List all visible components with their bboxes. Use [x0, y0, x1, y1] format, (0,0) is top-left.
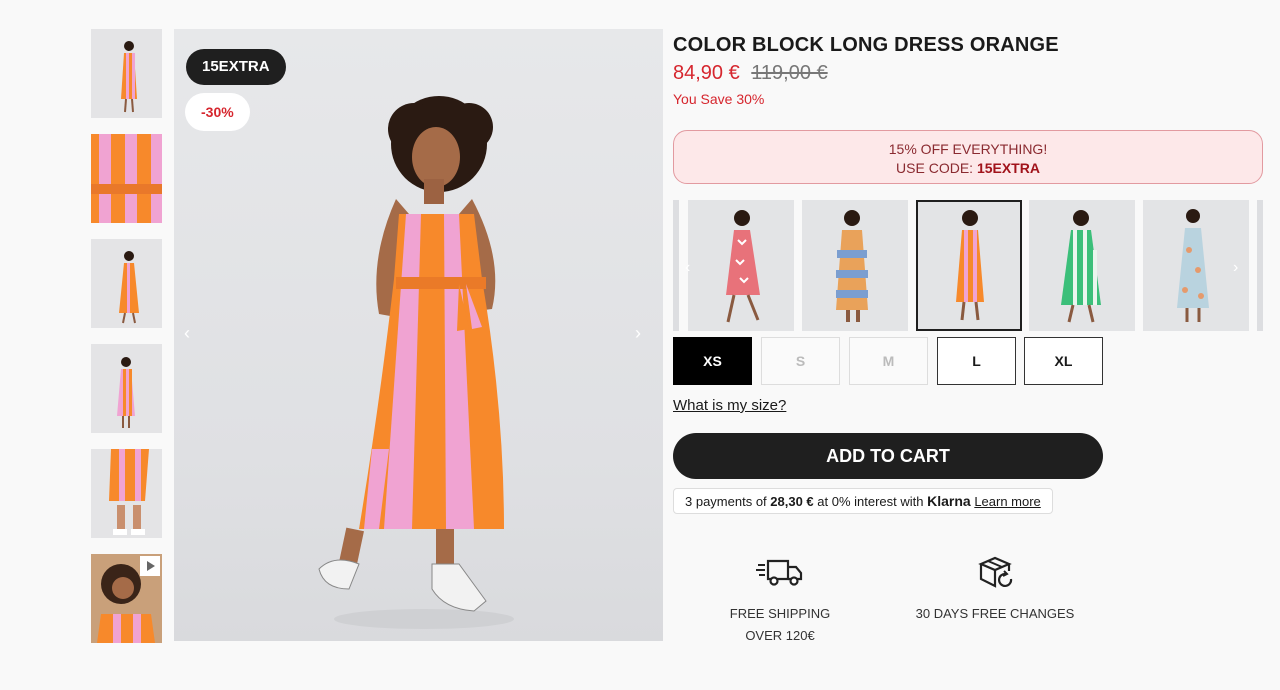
- promo-code-badge: 15EXTRA: [186, 49, 286, 85]
- klarna-middle: at 0% interest with: [813, 494, 928, 509]
- klarna-learn-more-link[interactable]: Learn more: [974, 494, 1040, 509]
- thumbnail-2[interactable]: [91, 134, 162, 223]
- color-variants: ‹ ›: [673, 199, 1263, 332]
- variant-pink-red[interactable]: [688, 200, 794, 331]
- size-l[interactable]: L: [937, 337, 1016, 385]
- variant-prev-icon[interactable]: ‹: [685, 259, 690, 277]
- klarna-amount: 28,30 €: [770, 494, 814, 509]
- chevron-left-icon[interactable]: ‹: [179, 324, 195, 342]
- original-price: 119,00 €: [751, 62, 828, 84]
- box-return-icon: [978, 556, 1013, 588]
- play-icon[interactable]: [140, 556, 160, 576]
- promo-line-1: 15% OFF EVERYTHING!: [888, 141, 1048, 157]
- you-save-text: You Save 30%: [673, 91, 765, 107]
- add-to-cart-button[interactable]: ADD TO CART: [673, 433, 1103, 479]
- main-product-image[interactable]: 15EXTRA -30% ‹ ›: [174, 29, 663, 641]
- thumbnail-1[interactable]: [91, 29, 162, 118]
- thumbnail-3[interactable]: [91, 239, 162, 328]
- changes-label: 30 DAYS FREE CHANGES: [915, 606, 1075, 621]
- promo-code-prefix: USE CODE:: [896, 160, 977, 176]
- discount-badge: -30%: [185, 93, 250, 131]
- variant-edge-left: [673, 200, 679, 331]
- promo-code: 15EXTRA: [976, 160, 1040, 176]
- chevron-right-icon[interactable]: ›: [630, 324, 646, 342]
- promo-line-2: USE CODE: 15EXTRA: [674, 159, 1262, 178]
- variant-edge-right: [1257, 200, 1263, 331]
- thumbnail-4[interactable]: [91, 344, 162, 433]
- size-m[interactable]: M: [849, 337, 928, 385]
- variant-orange-pink[interactable]: [916, 200, 1022, 331]
- current-price: 84,90 €: [673, 62, 740, 84]
- klarna-prefix: 3 payments of: [685, 494, 771, 509]
- size-s[interactable]: S: [761, 337, 840, 385]
- size-xl[interactable]: XL: [1024, 337, 1103, 385]
- free-shipping-feature: FREE SHIPPING OVER 120€: [720, 555, 840, 647]
- klarna-logo: Klarna: [927, 493, 971, 509]
- thumbnail-video[interactable]: [91, 554, 162, 643]
- shipping-line-1: FREE SHIPPING: [729, 606, 831, 621]
- klarna-installments: 3 payments of 28,30 € at 0% interest wit…: [673, 488, 1053, 514]
- variant-blue-orange[interactable]: [802, 200, 908, 331]
- product-title: COLOR BLOCK LONG DRESS ORANGE: [673, 34, 1059, 56]
- variant-green-white[interactable]: [1029, 200, 1135, 331]
- truck-icon: [756, 559, 803, 586]
- free-changes-feature: 30 DAYS FREE CHANGES: [910, 555, 1080, 625]
- variant-next-icon[interactable]: ›: [1233, 259, 1238, 277]
- thumbnail-5[interactable]: [91, 449, 162, 538]
- price-row: 84,90 € 119,00 €: [673, 62, 828, 85]
- product-page: 15EXTRA -30% ‹ › COLOR BLOCK LONG DRESS …: [0, 0, 1280, 690]
- size-xs[interactable]: XS: [673, 337, 752, 385]
- size-guide-link[interactable]: What is my size?: [673, 397, 786, 414]
- promo-banner: 15% OFF EVERYTHING! USE CODE: 15EXTRA: [673, 130, 1263, 184]
- shipping-line-2: OVER 120€: [745, 628, 815, 643]
- thumbnail-list: [91, 29, 162, 659]
